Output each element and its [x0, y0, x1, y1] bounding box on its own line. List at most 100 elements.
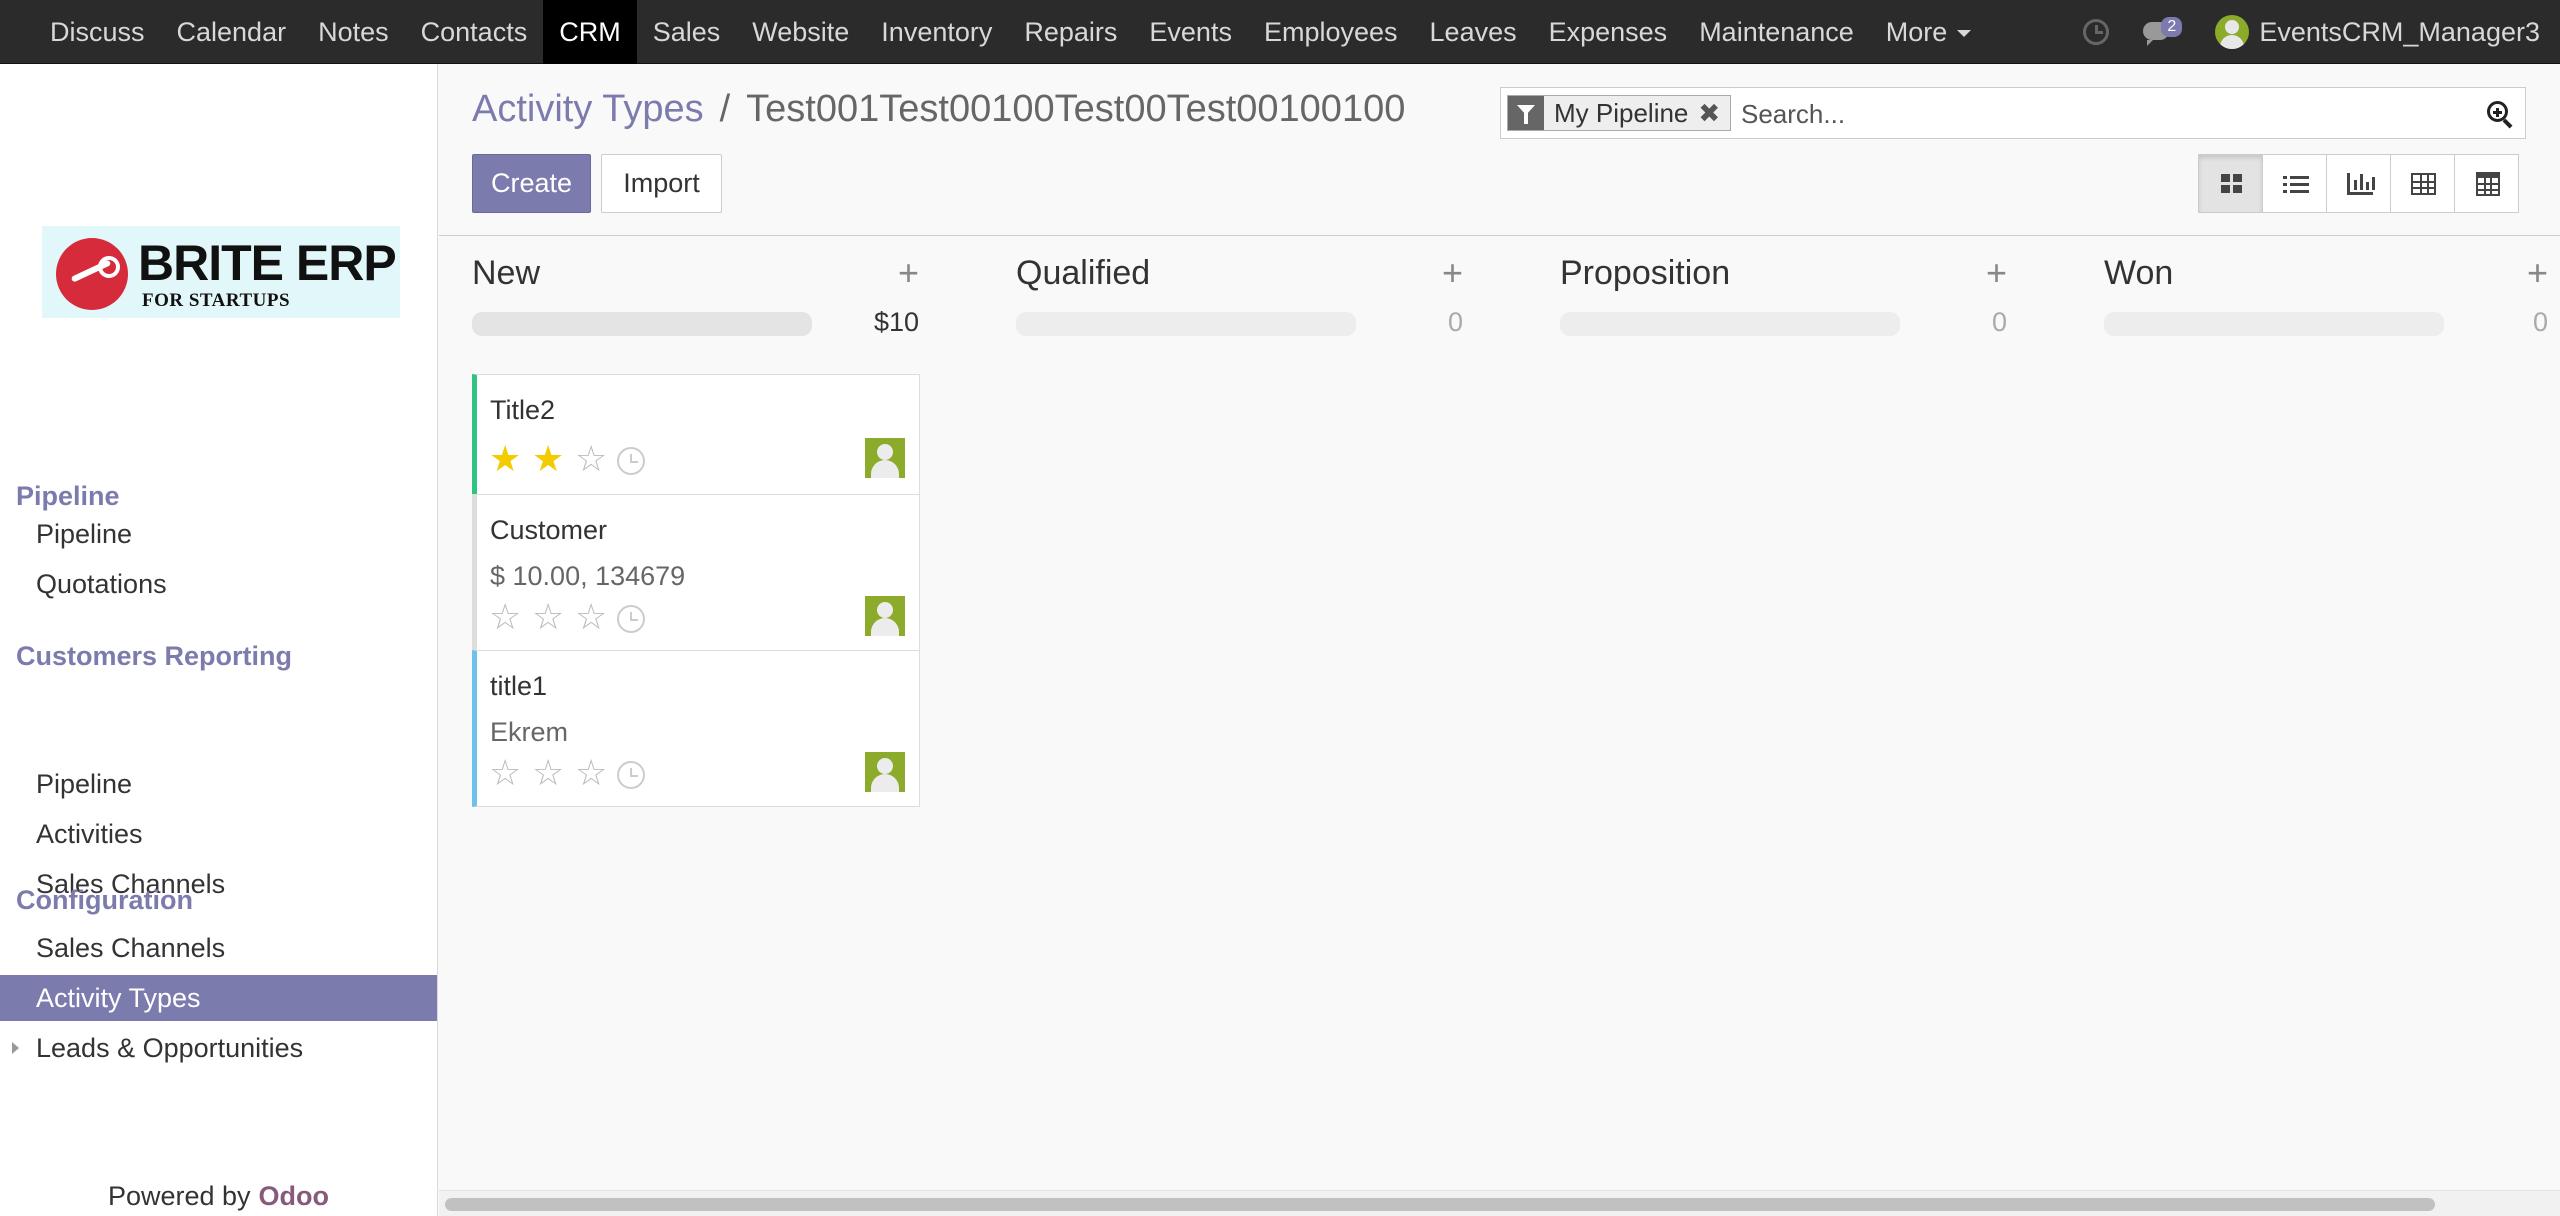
column-progress-bar[interactable] — [1016, 312, 1356, 336]
quick-create-button[interactable]: + — [1442, 252, 1463, 294]
priority-stars[interactable]: ★ ★ ☆ — [489, 441, 618, 477]
sidebar-item-leads-opportunities[interactable]: Leads & Opportunities — [0, 1025, 437, 1071]
kanban-card[interactable]: title1 Ekrem ☆ ☆ ☆ — [472, 650, 920, 807]
sidebar-item-activity-types[interactable]: Activity Types — [0, 975, 437, 1021]
quick-create-button[interactable]: + — [898, 252, 919, 294]
section-configuration[interactable]: Configuration — [16, 882, 193, 918]
column-total: $10 — [873, 307, 919, 337]
kanban-card[interactable]: Customer $ 10.00, 134679 ☆ ☆ ☆ — [472, 494, 920, 651]
list-view-button[interactable] — [2262, 154, 2327, 213]
odoo-link[interactable]: Odoo — [259, 1181, 329, 1211]
quick-create-button[interactable]: + — [2527, 252, 2548, 294]
star-icon[interactable]: ★ — [532, 441, 575, 477]
app-calendar[interactable]: Calendar — [161, 0, 303, 64]
star-icon[interactable]: ☆ — [575, 755, 618, 791]
horizontal-scrollbar[interactable] — [439, 1190, 2560, 1216]
column-progress-bar[interactable] — [472, 312, 812, 336]
column-title[interactable]: Proposition — [1560, 254, 1730, 293]
activity-clock-icon[interactable] — [617, 447, 645, 475]
star-icon[interactable]: ☆ — [575, 599, 618, 635]
column-total: 0 — [2532, 307, 2548, 337]
app-contacts[interactable]: Contacts — [405, 0, 544, 64]
company-logo[interactable]: BRITE ERP FOR STARTUPS — [42, 226, 400, 318]
kanban-icon — [2221, 174, 2243, 194]
app-sales[interactable]: Sales — [637, 0, 737, 64]
kanban-view-button[interactable] — [2198, 154, 2263, 213]
pivot-view-button[interactable] — [2390, 154, 2455, 213]
star-icon[interactable]: ☆ — [489, 755, 532, 791]
import-button[interactable]: Import — [601, 154, 722, 213]
priority-stars[interactable]: ☆ ☆ ☆ — [489, 599, 618, 635]
sidebar-item-activities[interactable]: Activities — [0, 811, 437, 857]
create-button[interactable]: Create — [472, 154, 591, 213]
calendar-view-button[interactable] — [2454, 154, 2519, 213]
sidebar-item-quotations[interactable]: Quotations — [0, 561, 437, 607]
scrollbar-thumb[interactable] — [445, 1198, 2435, 1211]
section-pipeline[interactable]: Pipeline — [16, 478, 120, 514]
priority-stars[interactable]: ☆ ☆ ☆ — [489, 755, 618, 791]
more-label: More — [1885, 17, 1948, 47]
expand-triangle-icon — [12, 1042, 19, 1054]
activity-clock-icon[interactable] — [2083, 19, 2110, 45]
breadcrumb-current: Test001Test00100Test00Test00100100 — [746, 88, 1406, 130]
facet-value: My Pipeline — [1554, 98, 1689, 128]
salesperson-avatar[interactable] — [865, 752, 905, 792]
column-total: 0 — [1447, 307, 1463, 337]
breadcrumb: Activity Types / Test001Test00100Test00Tes… — [472, 86, 1405, 132]
list-icon — [2283, 174, 2309, 194]
column-title[interactable]: New — [472, 254, 540, 293]
logo-tagline: FOR STARTUPS — [142, 290, 291, 311]
user-avatar[interactable] — [2215, 15, 2250, 49]
app-leaves[interactable]: Leaves — [1414, 0, 1533, 64]
activity-clock-icon[interactable] — [617, 605, 645, 633]
star-icon[interactable]: ☆ — [532, 599, 575, 635]
section-customers-reporting[interactable]: Customers Reporting — [16, 638, 316, 674]
graph-view-button[interactable] — [2326, 154, 2391, 213]
card-revenue: $ 10.00, 134679 — [490, 561, 686, 591]
app-expenses[interactable]: Expenses — [1533, 0, 1684, 64]
card-title: Title2 — [490, 395, 556, 425]
column-total: 0 — [1991, 307, 2007, 337]
messaging-menu[interactable]: 2 — [2143, 17, 2183, 47]
column-progress-bar[interactable] — [1560, 312, 1900, 336]
app-repairs[interactable]: Repairs — [1008, 0, 1133, 64]
quick-create-button[interactable]: + — [1986, 252, 2007, 294]
facet-remove-button[interactable]: ✖ — [1696, 96, 1730, 130]
card-title: Customer — [490, 515, 608, 545]
breadcrumb-parent[interactable]: Activity Types — [472, 88, 704, 130]
more-menu[interactable]: More — [1870, 0, 1988, 64]
column-title[interactable]: Qualified — [1016, 254, 1150, 293]
sidebar-item-reporting-pipeline[interactable]: Pipeline — [0, 761, 437, 807]
app-notes[interactable]: Notes — [302, 0, 405, 64]
app-events[interactable]: Events — [1133, 0, 1248, 64]
star-icon[interactable]: ☆ — [489, 599, 532, 635]
card-partner: Ekrem — [490, 717, 569, 747]
activity-clock-icon[interactable] — [617, 761, 645, 789]
star-icon[interactable]: ☆ — [532, 755, 575, 791]
app-crm[interactable]: CRM — [543, 0, 637, 64]
app-discuss[interactable]: Discuss — [34, 0, 161, 64]
user-menu[interactable]: EventsCRM_Manager3 — [2259, 17, 2540, 48]
view-switcher — [2198, 154, 2519, 213]
salesperson-avatar[interactable] — [865, 596, 905, 636]
star-icon[interactable]: ★ — [489, 441, 532, 477]
message-count-badge: 2 — [2161, 17, 2183, 37]
filter-icon — [1508, 96, 1544, 130]
column-progress-bar[interactable] — [2104, 312, 2444, 336]
sidebar-item-config-sales-channels[interactable]: Sales Channels — [0, 925, 437, 971]
column-title[interactable]: Won — [2104, 254, 2173, 293]
app-employees[interactable]: Employees — [1248, 0, 1414, 64]
star-icon[interactable]: ☆ — [575, 441, 618, 477]
search-options-icon[interactable] — [2487, 101, 2513, 129]
search-input[interactable] — [1741, 96, 2461, 132]
kanban-card[interactable]: Title2 ★ ★ ☆ — [472, 374, 920, 495]
app-maintenance[interactable]: Maintenance — [1683, 0, 1870, 64]
app-website[interactable]: Website — [736, 0, 865, 64]
app-inventory[interactable]: Inventory — [865, 0, 1008, 64]
powered-by: Powered by Odoo — [0, 1181, 437, 1212]
sidebar-item-pipeline[interactable]: Pipeline — [0, 511, 437, 557]
salesperson-avatar[interactable] — [865, 438, 905, 478]
logo-brand: BRITE ERP — [138, 235, 397, 291]
systray: 2 EventsCRM_Manager3 — [2083, 0, 2560, 64]
search-facet: My Pipeline ✖ — [1507, 95, 1732, 131]
